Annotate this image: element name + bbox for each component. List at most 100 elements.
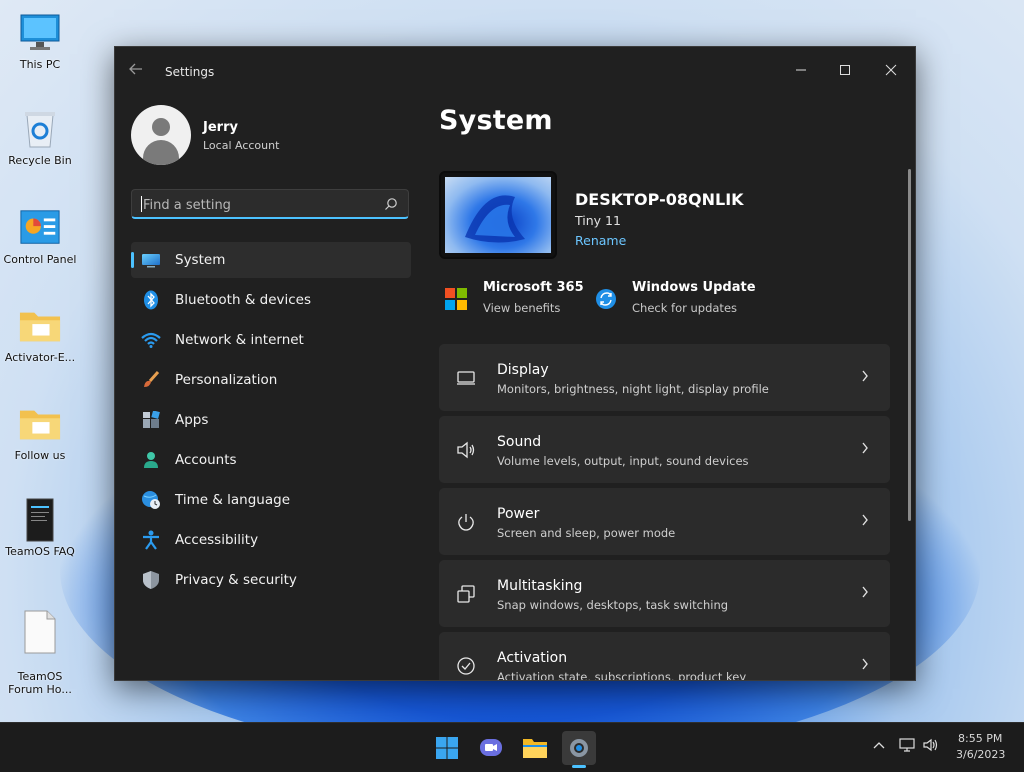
avatar[interactable] <box>131 105 191 165</box>
active-indicator <box>131 252 134 268</box>
desktop-icon-label: Control Panel <box>3 253 77 266</box>
accessibility-icon <box>141 530 161 550</box>
microsoft-365-link[interactable]: Microsoft 365 View benefits <box>445 280 595 320</box>
sidebar-item-system[interactable]: System <box>131 242 411 278</box>
close-button[interactable] <box>869 55 913 85</box>
bluetooth-icon <box>141 290 161 310</box>
search-input[interactable] <box>141 195 375 215</box>
card-display[interactable]: Display Monitors, brightness, night ligh… <box>439 344 890 411</box>
sidebar-item-personalization[interactable]: Personalization <box>131 362 411 398</box>
active-app-indicator <box>572 765 586 768</box>
card-multitasking[interactable]: Multitasking Snap windows, desktops, tas… <box>439 560 890 627</box>
quick-link-title: Windows Update <box>632 280 756 295</box>
file-explorer-button[interactable] <box>518 731 552 765</box>
avatar-body-shape <box>143 140 179 165</box>
chevron-up-icon[interactable] <box>872 739 886 754</box>
desktop-icon-label: TeamOS FAQ <box>5 545 75 558</box>
monitor-icon <box>19 12 61 54</box>
minimize-button[interactable] <box>779 55 823 85</box>
system-icon <box>141 250 161 270</box>
card-title: Activation <box>497 650 568 666</box>
sidebar-item-label: Accessibility <box>175 532 259 548</box>
text-caret <box>141 196 142 212</box>
search-box[interactable] <box>131 189 409 219</box>
windows-update-link[interactable]: Windows Update Check for updates <box>595 280 765 320</box>
sidebar-item-accessibility[interactable]: Accessibility <box>131 522 411 558</box>
desktop-icon-this-pc[interactable]: This PC <box>2 12 78 71</box>
sidebar-item-label: Bluetooth & devices <box>175 292 312 308</box>
settings-taskbar-button[interactable] <box>562 731 596 768</box>
chevron-right-icon <box>862 658 868 670</box>
desktop-icon-teamos-forum[interactable]: TeamOS Forum Ho... <box>2 598 78 709</box>
desktop-icon-control-panel[interactable]: Control Panel <box>2 207 78 266</box>
blank-file-icon <box>19 610 61 654</box>
shield-icon <box>141 570 161 590</box>
start-button[interactable] <box>430 731 464 765</box>
chevron-right-icon <box>862 370 868 382</box>
desktop-icon-recycle-bin[interactable]: Recycle Bin <box>2 108 78 167</box>
account-type: Local Account <box>203 139 280 152</box>
maximize-button[interactable] <box>823 55 867 85</box>
settings-window: Settings Jerry Local Account System <box>114 46 916 681</box>
rename-link[interactable]: Rename <box>575 233 626 248</box>
device-thumbnail <box>439 171 557 259</box>
teams-camera-icon <box>480 739 502 756</box>
card-sound[interactable]: Sound Volume levels, output, input, soun… <box>439 416 890 483</box>
back-arrow-icon[interactable] <box>129 61 143 80</box>
volume-icon[interactable] <box>922 737 940 757</box>
card-title: Display <box>497 362 549 378</box>
card-power[interactable]: Power Screen and sleep, power mode <box>439 488 890 555</box>
speaker-icon <box>457 441 475 459</box>
clock-date[interactable]: 3/6/2023 <box>956 748 1005 761</box>
desktop-icon-follow-us[interactable]: Follow us <box>2 403 78 462</box>
card-title: Sound <box>497 434 542 450</box>
apps-icon <box>141 410 161 430</box>
chevron-right-icon <box>862 586 868 598</box>
quick-link-subtitle: View benefits <box>483 301 561 315</box>
desktop-icon-label: This PC <box>19 58 61 71</box>
sidebar-item-label: Network & internet <box>175 332 304 348</box>
sidebar-item-network[interactable]: Network & internet <box>131 322 411 358</box>
sidebar-nav: System Bluetooth & devices Network & int… <box>131 242 411 602</box>
sidebar-item-label: System <box>175 252 226 268</box>
maximize-icon <box>840 65 850 75</box>
scrollbar[interactable] <box>908 169 911 521</box>
globe-clock-icon <box>141 490 161 510</box>
card-activation[interactable]: Activation Activation state, subscriptio… <box>439 632 890 680</box>
network-icon[interactable] <box>898 737 916 757</box>
sidebar-item-time-language[interactable]: Time & language <box>131 482 411 518</box>
teams-chat-button[interactable] <box>474 731 508 765</box>
desktop-icon-teamos-faq[interactable]: TeamOS FAQ <box>2 498 78 558</box>
title-bar[interactable]: Settings <box>115 47 915 93</box>
control-panel-icon <box>19 207 61 249</box>
sidebar-item-accounts[interactable]: Accounts <box>131 442 411 478</box>
folder-icon <box>523 739 547 758</box>
window-title: Settings <box>165 65 215 79</box>
desktop-icon-label: Follow us <box>14 449 66 462</box>
search-icon[interactable] <box>384 197 398 211</box>
card-title: Multitasking <box>497 578 583 594</box>
sidebar-item-apps[interactable]: Apps <box>131 402 411 438</box>
desktop-icon-label: Recycle Bin <box>8 154 72 167</box>
desktop-icon-activator[interactable]: Activator-E... <box>2 305 78 364</box>
power-icon <box>458 514 474 531</box>
update-icon <box>596 289 616 309</box>
sidebar-item-label: Time & language <box>175 492 291 508</box>
device-os: Tiny 11 <box>575 213 621 228</box>
sidebar-item-label: Accounts <box>175 452 237 468</box>
recycle-bin-icon <box>19 108 61 150</box>
card-subtitle: Volume levels, output, input, sound devi… <box>497 454 749 468</box>
device-name: DESKTOP-08QNLIK <box>575 190 744 209</box>
windows-logo-icon <box>436 737 458 759</box>
close-icon <box>885 64 897 76</box>
wifi-icon <box>141 330 161 350</box>
multitasking-icon <box>457 585 475 603</box>
sidebar-item-bluetooth[interactable]: Bluetooth & devices <box>131 282 411 318</box>
card-subtitle: Snap windows, desktops, task switching <box>497 598 729 612</box>
settings-gear-icon <box>570 739 588 757</box>
desktop-icon-label: TeamOS Forum Ho... <box>8 670 72 696</box>
folder-icon <box>19 305 61 347</box>
sidebar-item-privacy[interactable]: Privacy & security <box>131 562 411 598</box>
clock-time[interactable]: 8:55 PM <box>958 732 1002 745</box>
sidebar-item-label: Personalization <box>175 372 278 388</box>
